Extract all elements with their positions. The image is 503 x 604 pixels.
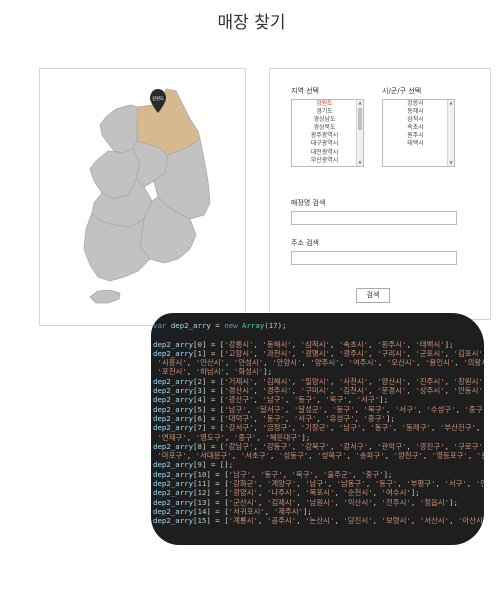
region-option[interactable]: 부산광역시 — [292, 157, 357, 165]
code-line: dep2_arry[12] = ['광양시', '나주시', '목포시', '순… — [153, 488, 420, 498]
code-line: dep2_arry[0] = ['강릉시', '동해시', '삼척시', '속초… — [153, 339, 454, 349]
address-search-input[interactable] — [291, 251, 457, 265]
page-title: 매장 찾기 — [217, 13, 286, 33]
region-option[interactable]: 경기도 — [292, 108, 357, 116]
code-line: '마포구', '서대문구', '서초구', '성동구', '성북구', '송파구… — [153, 451, 484, 461]
korea-map: 강원도 — [83, 88, 211, 304]
district-select-label: 시/군/구 선택 — [382, 87, 422, 95]
store-search-form: 지역 선택 시/군/구 선택 강원도 경기도 경상남도 경상북도 광주광역시 대구광역시 대… — [269, 68, 491, 320]
district-option[interactable]: 강릉시 — [383, 100, 448, 108]
code-line: dep2_arry[1] = ['고양시', '과천시', '광명시', '광주… — [153, 348, 484, 358]
region-select[interactable]: 강원도 경기도 경상남도 경상북도 광주광역시 대구광역시 대전광역시 부산광역시 ▲ ▼ — [291, 99, 364, 167]
code-line: dep2_arry[7] = ['강서구', '금정구', '기장군', '남구… — [153, 423, 481, 433]
scroll-down-icon[interactable]: ▼ — [448, 160, 454, 166]
code-line: dep2_arry[10] = ['남구', '동구', '북구', '울주군'… — [153, 469, 393, 479]
korea-map-panel: 강원도 — [39, 68, 246, 326]
code-line: dep2_arry[6] = ['대덕구', '동구', '서구', '유성구'… — [153, 413, 395, 423]
code-line: dep2_arry[15] = ['계룡시', '공주시', '논산시', '당… — [153, 516, 484, 526]
code-line: dep2_arry[14] = ['서귀포시', '제주시']; — [153, 506, 312, 516]
region-option[interactable]: 강원도 — [292, 100, 357, 108]
address-search-label: 주소 검색 — [291, 239, 319, 247]
region-select-label: 지역 선택 — [291, 87, 319, 95]
code-lines: var dep2_arry = new Array(17); dep2_arry… — [153, 321, 484, 526]
map-marker-label: 강원도 — [152, 95, 164, 102]
scrollbar-thumb[interactable] — [358, 108, 362, 130]
scroll-down-icon[interactable]: ▼ — [357, 160, 363, 166]
code-line: var dep2_arry = new Array(17); — [153, 321, 287, 330]
map-region-jeju[interactable] — [89, 289, 121, 304]
map-region-gyeonggi[interactable] — [99, 104, 139, 154]
code-line: dep2_arry[11] = ['강화군', '계양구', '남구', '남동… — [153, 479, 484, 489]
code-line: dep2_arry[9] = []; — [153, 460, 234, 470]
code-line: '연제구', '영도구', '중구', '해운대구']; — [153, 432, 311, 442]
code-line: '시흥시', '안산시', '안성시', '안양시', '양주시', '여주시'… — [153, 358, 484, 368]
code-line: dep2_arry[2] = ['거제시', '김해시', '밀양시', '사천… — [153, 376, 484, 386]
code-line: dep2_arry[3] = ['경산시', '경주시', '구미시', '김천… — [153, 386, 484, 396]
region-select-scrollbar[interactable]: ▲ ▼ — [356, 100, 363, 166]
district-option[interactable]: 태백시 — [383, 140, 448, 148]
region-option[interactable]: 대구광역시 — [292, 140, 357, 148]
scroll-up-icon[interactable]: ▲ — [448, 100, 454, 106]
code-line: dep2_arry[13] = ['군산시', '김제시', '남원시', '익… — [153, 497, 458, 507]
code-line: '포천시', '하남시', '화성시']; — [153, 367, 273, 377]
region-option[interactable]: 대전광역시 — [292, 149, 357, 157]
store-name-search-label: 매장명 검색 — [291, 199, 326, 207]
store-name-search-input[interactable] — [291, 211, 457, 225]
code-snippet: var dep2_arry = new Array(17); dep2_arry… — [151, 313, 484, 545]
code-line: dep2_arry[8] = ['강남구', '강동구', '강북구', '강서… — [153, 441, 484, 451]
district-option[interactable]: 동해시 — [383, 108, 448, 116]
district-select-scrollbar[interactable]: ▲ ▼ — [447, 100, 454, 166]
district-select[interactable]: 강릉시 동해시 삼척시 속초시 원주시 태백시 ▲ ▼ — [382, 99, 455, 167]
code-line: dep2_arry[4] = ['광산구', '남구', '동구', '북구',… — [153, 395, 389, 405]
search-button[interactable]: 검색 — [356, 288, 390, 303]
code-line: dep2_arry[5] = ['남구', '달서구', '달성군', '동구'… — [153, 404, 484, 414]
scroll-up-icon[interactable]: ▲ — [357, 100, 363, 106]
